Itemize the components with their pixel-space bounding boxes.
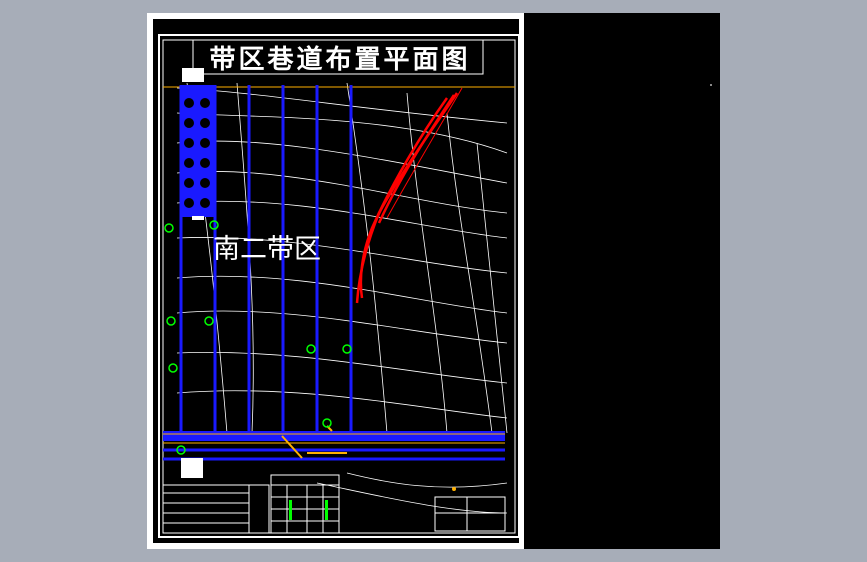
cad-viewport[interactable]: 带区巷道布置平面图 南二带区 — [147, 13, 720, 549]
cad-drawing — [153, 19, 520, 543]
region-label: 南二带区 — [213, 234, 321, 265]
cursor-dot — [710, 84, 712, 86]
drawing-title: 带区巷道布置平面图 — [209, 44, 471, 75]
